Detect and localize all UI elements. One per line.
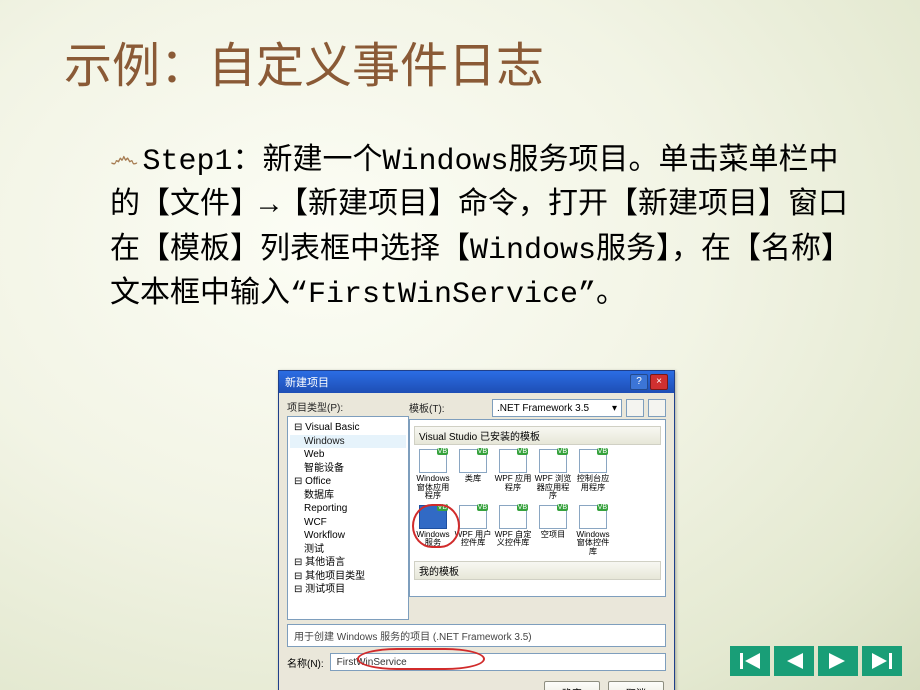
tree-item[interactable]: ⊟ 其他项目类型 <box>290 570 406 584</box>
close-icon[interactable]: × <box>650 374 668 390</box>
tree-item[interactable]: 智能设备 <box>290 462 406 476</box>
template-item[interactable]: Windows 服务 <box>414 505 452 557</box>
tree-item[interactable]: Workflow <box>290 529 406 543</box>
dialog-title: 新建项目 <box>285 374 329 390</box>
nav-buttons <box>730 646 902 676</box>
template-description: 用于创建 Windows 服务的项目 (.NET Framework 3.5) <box>287 624 666 647</box>
tree-item[interactable]: Windows <box>290 435 406 449</box>
nav-first-button[interactable] <box>730 646 770 676</box>
ok-button[interactable]: 确定 <box>544 681 600 690</box>
tree-item[interactable]: ⊟ 其他语言 <box>290 556 406 570</box>
template-item[interactable]: WPF 应用程序 <box>494 449 532 501</box>
name-field[interactable]: FirstWinService <box>330 653 666 671</box>
template-item[interactable]: 控制台应用程序 <box>574 449 612 501</box>
template-item[interactable]: 类库 <box>454 449 492 501</box>
framework-value: .NET Framework 3.5 <box>497 403 589 414</box>
nav-prev-button[interactable] <box>774 646 814 676</box>
project-types-tree[interactable]: ⊟ Visual BasicWindowsWeb智能设备⊟ Office数据库R… <box>287 416 409 620</box>
tree-item[interactable]: ⊟ Visual Basic <box>290 421 406 435</box>
large-icons-button[interactable] <box>626 399 644 417</box>
new-project-dialog: 新建项目 ? × 项目类型(P): ⊟ Visual BasicWindowsW… <box>278 370 675 690</box>
tree-item[interactable]: 测试 <box>290 543 406 557</box>
template-item[interactable]: Windows 窗体应用程序 <box>414 449 452 501</box>
small-icons-button[interactable] <box>648 399 666 417</box>
cancel-button[interactable]: 取消 <box>608 681 664 690</box>
template-item[interactable]: WPF 浏览器应用程序 <box>534 449 572 501</box>
template-item[interactable]: Windows 窗体控件库 <box>574 505 612 557</box>
tree-item[interactable]: ⊟ 测试项目 <box>290 583 406 597</box>
body-content: Step1：新建一个Windows服务项目。单击菜单栏中的【文件】→【新建项目】… <box>110 145 848 312</box>
tree-item[interactable]: ⊟ Office <box>290 475 406 489</box>
name-label: 名称(N): <box>287 655 324 670</box>
bullet-icon: ෴ <box>110 138 138 182</box>
template-item[interactable]: WPF 自定义控件库 <box>494 505 532 557</box>
chevron-down-icon: ▾ <box>612 403 617 414</box>
project-types-label: 项目类型(P): <box>287 399 403 414</box>
template-item[interactable]: WPF 用户控件库 <box>454 505 492 557</box>
body-text: ෴Step1：新建一个Windows服务项目。单击菜单栏中的【文件】→【新建项目… <box>110 140 850 318</box>
framework-select[interactable]: .NET Framework 3.5 ▾ <box>492 399 622 417</box>
nav-next-button[interactable] <box>818 646 858 676</box>
slide-title: 示例：自定义事件日志 <box>64 38 544 96</box>
tree-item[interactable]: WCF <box>290 516 406 530</box>
templates-gallery: Visual Studio 已安装的模板 Windows 窗体应用程序类库WPF… <box>409 419 666 597</box>
tree-item[interactable]: Web <box>290 448 406 462</box>
installed-templates-header: Visual Studio 已安装的模板 <box>414 426 661 445</box>
tree-item[interactable]: 数据库 <box>290 489 406 503</box>
dialog-titlebar: 新建项目 ? × <box>279 371 674 393</box>
tree-item[interactable]: Reporting <box>290 502 406 516</box>
my-templates-header: 我的模板 <box>414 561 661 580</box>
nav-last-button[interactable] <box>862 646 902 676</box>
templates-label: 模板(T): <box>409 400 488 415</box>
template-item[interactable]: 空项目 <box>534 505 572 557</box>
help-icon[interactable]: ? <box>630 374 648 390</box>
